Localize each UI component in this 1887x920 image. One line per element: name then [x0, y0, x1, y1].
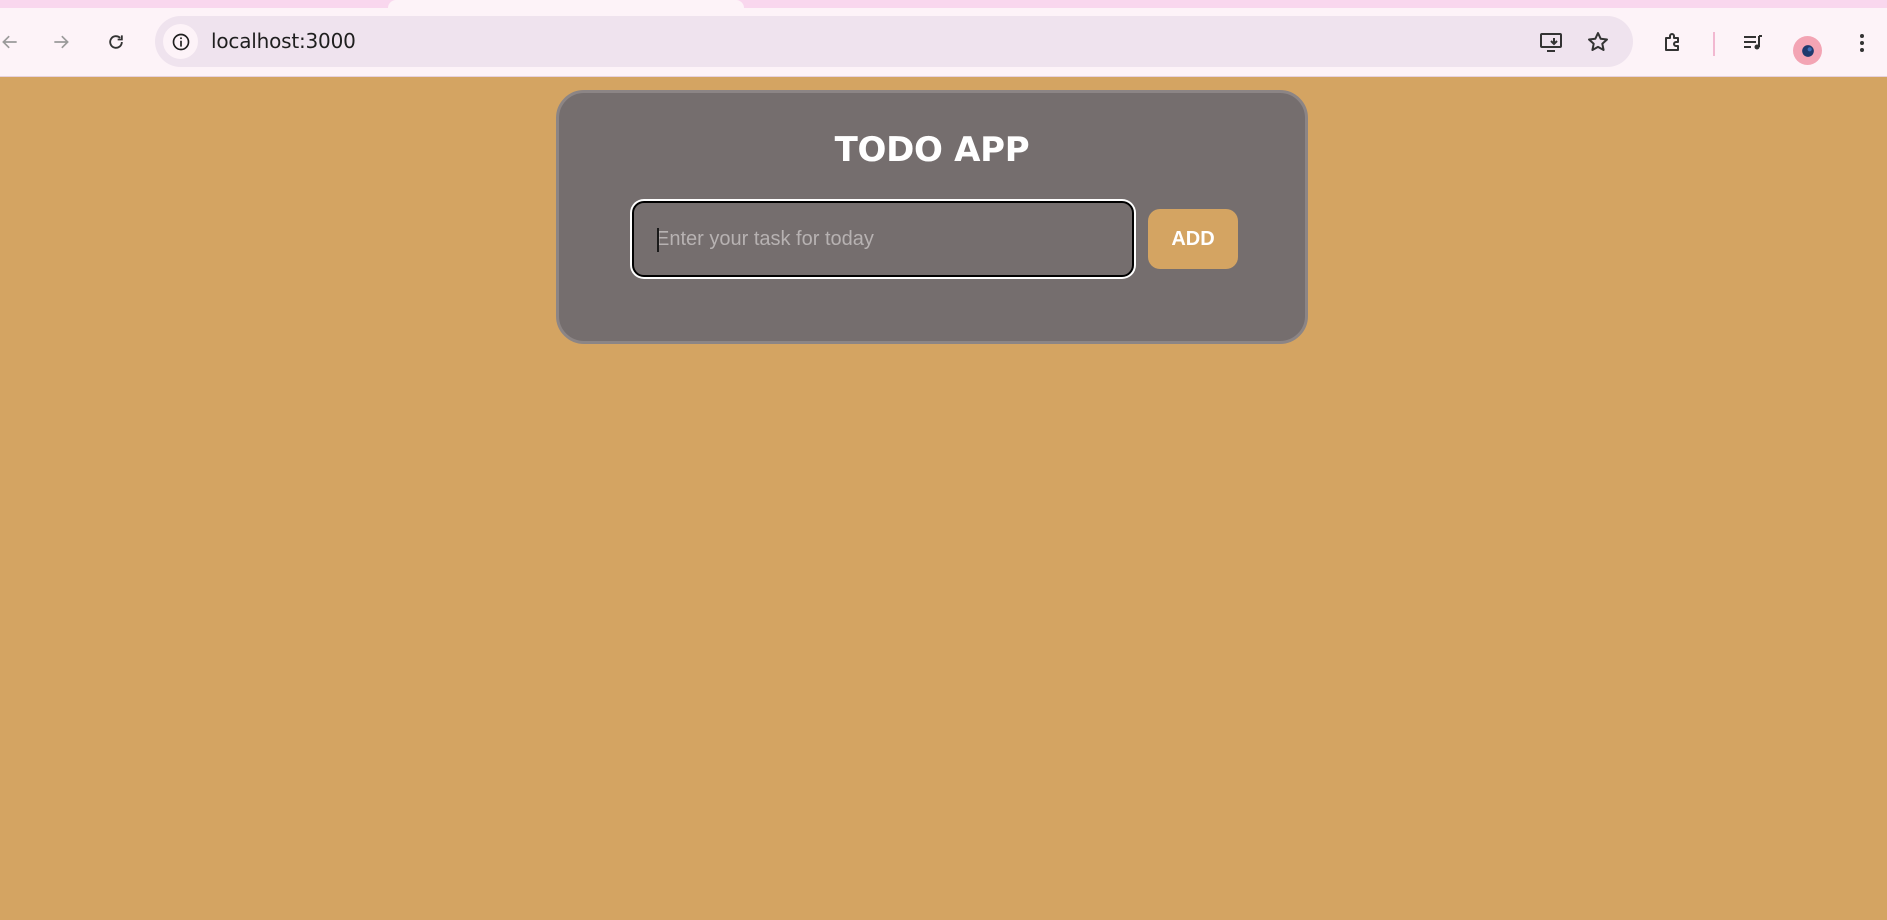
install-app-icon — [1540, 33, 1562, 52]
profile-avatar[interactable] — [1793, 36, 1822, 65]
info-icon — [172, 33, 189, 50]
task-input[interactable] — [632, 201, 1134, 277]
bookmark-button[interactable] — [1585, 29, 1611, 55]
media-controls-button[interactable] — [1739, 29, 1767, 57]
forward-button[interactable] — [47, 28, 75, 56]
toolbar-divider — [1713, 32, 1715, 56]
tab-strip — [0, 0, 1887, 8]
address-bar[interactable]: localhost:3000 — [155, 16, 1633, 67]
profile-icon — [1801, 44, 1814, 57]
arrow-left-icon — [2, 35, 17, 49]
text-caret — [657, 228, 659, 252]
reload-icon — [109, 35, 123, 49]
browser-menu-button[interactable] — [1848, 29, 1876, 57]
install-app-button[interactable] — [1538, 29, 1564, 55]
site-info-button[interactable] — [163, 24, 198, 59]
puzzle-icon — [1665, 33, 1679, 51]
active-tab[interactable] — [388, 0, 744, 8]
star-icon — [1588, 32, 1608, 51]
reload-button[interactable] — [102, 28, 130, 56]
browser-toolbar: localhost:3000 — [0, 8, 1887, 77]
extensions-button[interactable] — [1659, 29, 1687, 57]
back-button[interactable] — [0, 28, 24, 56]
arrow-right-icon — [54, 35, 69, 49]
app-title: TODO APP — [834, 130, 1030, 170]
kebab-menu-icon — [1860, 34, 1864, 52]
media-controls-icon — [1744, 35, 1762, 50]
todo-card: TODO APP ADD — [556, 90, 1308, 344]
add-button[interactable]: ADD — [1148, 209, 1238, 269]
url-text[interactable]: localhost:3000 — [211, 16, 356, 67]
